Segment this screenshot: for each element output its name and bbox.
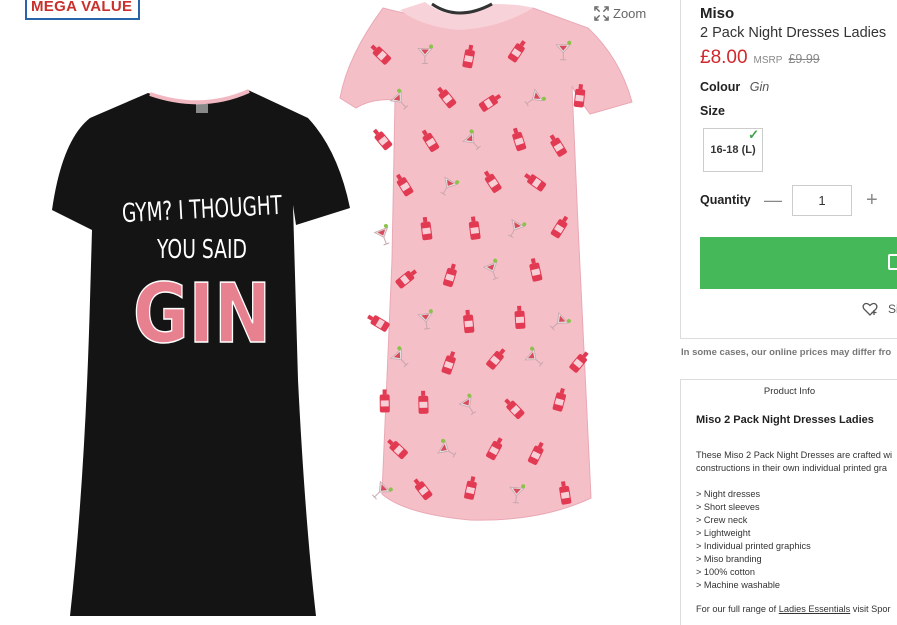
- feature-item: > Machine washable: [696, 579, 811, 592]
- price-row: £8.00 MSRP £9.99: [700, 47, 820, 69]
- feature-item: > Lightweight: [696, 527, 811, 540]
- product-description: These Miso 2 Pack Night Dresses are craf…: [696, 449, 892, 475]
- pink-dress-image: [340, 2, 632, 520]
- zoom-label: Zoom: [613, 6, 646, 21]
- black-dress-image: GYM? I THOUGHT YOU SAID GIN: [52, 90, 350, 616]
- quantity-increase-button[interactable]: +: [866, 189, 878, 212]
- expand-icon: [594, 6, 609, 21]
- dress-slogan-line3: GIN: [133, 267, 271, 362]
- quantity-decrease-button[interactable]: —: [764, 190, 782, 211]
- product-title: 2 Pack Night Dresses Ladies: [700, 25, 886, 41]
- ladies-essentials-link[interactable]: Ladies Essentials: [779, 604, 851, 614]
- colour-label: Colour: [700, 80, 740, 94]
- bag-icon: [888, 254, 897, 270]
- msrp-price: £9.99: [788, 52, 819, 66]
- product-brand[interactable]: Miso: [700, 5, 734, 22]
- msrp-label: MSRP: [754, 55, 783, 66]
- description-line: constructions in their own individual pr…: [696, 462, 892, 475]
- product-image-gallery[interactable]: GYM? I THOUGHT YOU SAID GIN MEGA VALUE Z…: [0, 0, 680, 616]
- size-option-label: 16-18 (L): [710, 144, 755, 156]
- size-label: Size: [700, 104, 725, 118]
- product-purchase-panel: Miso 2 Pack Night Dresses Ladies £8.00 M…: [680, 0, 897, 339]
- price-disclaimer: In some cases, our online prices may dif…: [681, 347, 891, 358]
- wishlist-label: Sig: [888, 302, 897, 316]
- martini-glass-graphic: [373, 223, 394, 246]
- feature-item: > 100% cotton: [696, 566, 811, 579]
- product-info-section: Product Info Miso 2 Pack Night Dresses L…: [680, 379, 897, 625]
- footer-prefix: For our full range of: [696, 604, 779, 614]
- dress-slogan-line2: YOU SAID: [156, 235, 247, 265]
- description-line: These Miso 2 Pack Night Dresses are craf…: [696, 449, 892, 462]
- feature-list: > Night dresses > Short sleeves > Crew n…: [696, 488, 811, 592]
- product-image: GYM? I THOUGHT YOU SAID GIN: [0, 0, 680, 616]
- gin-bottle-graphic: [366, 312, 391, 332]
- add-to-bag-button[interactable]: [700, 237, 897, 289]
- product-info-heading[interactable]: Product Info: [681, 386, 897, 397]
- product-info-title: Miso 2 Pack Night Dresses Ladies: [696, 414, 874, 426]
- footer-suffix: visit Spor: [850, 604, 890, 614]
- feature-item: > Short sleeves: [696, 501, 811, 514]
- feature-item: > Crew neck: [696, 514, 811, 527]
- feature-item: > Individual printed graphics: [696, 540, 811, 553]
- check-icon: ✓: [748, 127, 759, 143]
- feature-item: > Miso branding: [696, 553, 811, 566]
- colour-value: Gin: [750, 80, 769, 94]
- colour-row: Colour Gin: [700, 80, 769, 94]
- quantity-input[interactable]: [792, 185, 852, 216]
- heart-icon: [862, 301, 878, 317]
- gin-bottle-graphic: [371, 127, 393, 151]
- range-footer: For our full range of Ladies Essentials …: [696, 604, 891, 614]
- sale-price: £8.00: [700, 47, 748, 69]
- wishlist-link[interactable]: Sig: [862, 301, 897, 317]
- quantity-label: Quantity: [700, 193, 751, 207]
- mega-value-badge: MEGA VALUE: [25, 0, 140, 20]
- zoom-button[interactable]: Zoom: [594, 6, 646, 21]
- size-option-16-18[interactable]: 16-18 (L) ✓: [703, 128, 763, 172]
- feature-item: > Night dresses: [696, 488, 811, 501]
